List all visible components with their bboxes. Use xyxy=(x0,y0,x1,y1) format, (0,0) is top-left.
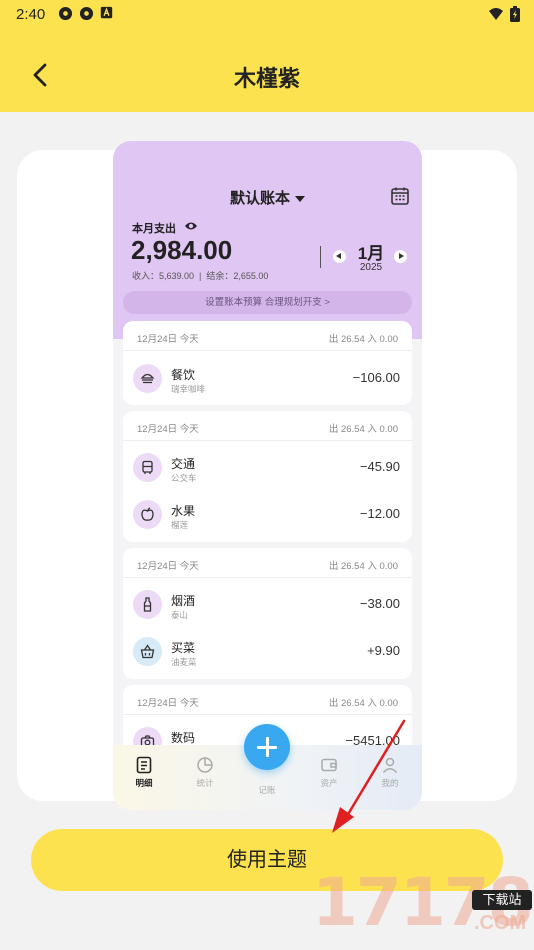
group-totals: 出 26.54 入 0.00 xyxy=(328,424,398,435)
bus-icon xyxy=(133,453,162,482)
next-month-icon xyxy=(394,250,407,263)
balance-text: 结余：2,655.00 xyxy=(206,271,269,281)
category-name: 数码 xyxy=(171,731,196,745)
group-totals: 出 26.54 入 0.00 xyxy=(328,334,398,345)
caret-down-icon xyxy=(295,196,305,203)
note: 公交车 xyxy=(171,473,197,483)
group-header: 12月24日 今天 出 26.54 入 0.00 xyxy=(123,685,412,715)
watermark-suffix: .COM xyxy=(474,912,527,934)
transaction-row: 烟酒 泰山 −38.00 xyxy=(123,582,412,628)
amount: −38.00 xyxy=(359,596,400,611)
amount: −106.00 xyxy=(352,370,400,385)
divider xyxy=(320,246,321,268)
red-arrow-annotation xyxy=(332,719,406,833)
status-bar: 2:40 xyxy=(0,0,534,30)
theme-preview-phone: 默认账本 本月支出 2,984.00 收入：5,639.00 | 结余：2,65… xyxy=(113,141,422,810)
settings-notification-icon xyxy=(79,6,94,21)
watermark-tag: 下载站 xyxy=(472,890,532,910)
tab-add-record: 记账 xyxy=(247,781,287,796)
transaction-row: 水果 榴莲 −12.00 xyxy=(123,492,412,538)
expense-label: 本月支出 xyxy=(132,223,176,235)
status-time: 2:40 xyxy=(16,6,46,23)
apple-icon xyxy=(133,500,162,529)
transaction-row: 交通 公交车 −45.90 xyxy=(123,445,412,491)
group-date: 12月24日 今天 xyxy=(137,334,199,345)
battery-icon xyxy=(510,6,520,22)
tab-label: 明细 xyxy=(135,778,153,788)
app-notification-icon xyxy=(100,6,115,21)
calendar-icon xyxy=(391,187,409,205)
group-header: 12月24日 今天 出 26.54 入 0.00 xyxy=(123,321,412,351)
tab-label: 记账 xyxy=(258,785,276,795)
book-selector: 默认账本 xyxy=(113,187,422,208)
pie-chart-icon xyxy=(197,757,213,773)
transaction-row: 餐饮 瑞幸咖啡 −106.00 xyxy=(123,356,412,402)
group-header: 12月24日 今天 出 26.54 入 0.00 xyxy=(123,411,412,441)
group-totals: 出 26.54 入 0.00 xyxy=(328,561,398,572)
prev-month-icon xyxy=(333,250,346,263)
basket-icon xyxy=(133,637,162,666)
note: 油麦菜 xyxy=(171,657,197,667)
book-name: 默认账本 xyxy=(229,190,290,207)
year-label: 2025 xyxy=(359,262,383,273)
note: 瑞幸咖啡 xyxy=(171,384,206,394)
transaction-row: 买菜 油麦菜 +9.90 xyxy=(123,629,412,675)
category-name: 买菜 xyxy=(171,641,196,655)
list-icon xyxy=(136,756,152,774)
transaction-group: 12月24日 今天 出 26.54 入 0.00 餐饮 瑞幸咖啡 −106.00 xyxy=(123,321,412,405)
watermark-logo: 17178 下载站 .COM xyxy=(308,864,534,950)
status-notification-icons xyxy=(58,6,115,21)
amount: −45.90 xyxy=(359,459,400,474)
group-date: 12月24日 今天 xyxy=(137,424,199,435)
group-date: 12月24日 今天 xyxy=(137,561,199,572)
category-name: 餐饮 xyxy=(171,368,196,382)
income-text: 收入：5,639.00 xyxy=(132,271,195,281)
group-header: 12月24日 今天 出 26.54 入 0.00 xyxy=(123,548,412,578)
amount: −12.00 xyxy=(359,506,400,521)
amount: +9.90 xyxy=(367,643,400,658)
wifi-icon xyxy=(489,8,503,20)
category-name: 水果 xyxy=(171,504,196,518)
app-bar: 木槿紫 xyxy=(0,30,534,112)
transaction-group: 12月24日 今天 出 26.54 入 0.00 烟酒 泰山 −38.00 买菜… xyxy=(123,548,412,679)
group-totals: 出 26.54 入 0.00 xyxy=(328,698,398,709)
page-title: 木槿紫 xyxy=(233,66,300,91)
status-system-icons xyxy=(488,6,520,22)
budget-tip: 设置账本预算 合理规划开支 > xyxy=(123,291,412,314)
tab-details: 明细 xyxy=(124,756,164,789)
income-balance-line: 收入：5,639.00 | 结余：2,655.00 xyxy=(132,271,269,281)
transaction-group: 12月24日 今天 出 26.54 入 0.00 交通 公交车 −45.90 水… xyxy=(123,411,412,542)
tab-label: 统计 xyxy=(196,778,214,788)
tab-stats: 统计 xyxy=(185,756,225,789)
group-date: 12月24日 今天 xyxy=(137,698,199,709)
eye-icon xyxy=(185,222,197,230)
add-record-plus-icon xyxy=(244,724,290,770)
settings-notification-icon xyxy=(58,6,73,21)
category-name: 交通 xyxy=(171,457,196,471)
expense-amount: 2,984.00 xyxy=(131,235,233,265)
note: 泰山 xyxy=(171,610,189,620)
bottle-icon xyxy=(133,590,162,619)
category-name: 烟酒 xyxy=(171,594,196,608)
month-label: 1月 xyxy=(357,244,385,263)
food-icon xyxy=(133,364,162,393)
note: 榴莲 xyxy=(171,520,189,530)
